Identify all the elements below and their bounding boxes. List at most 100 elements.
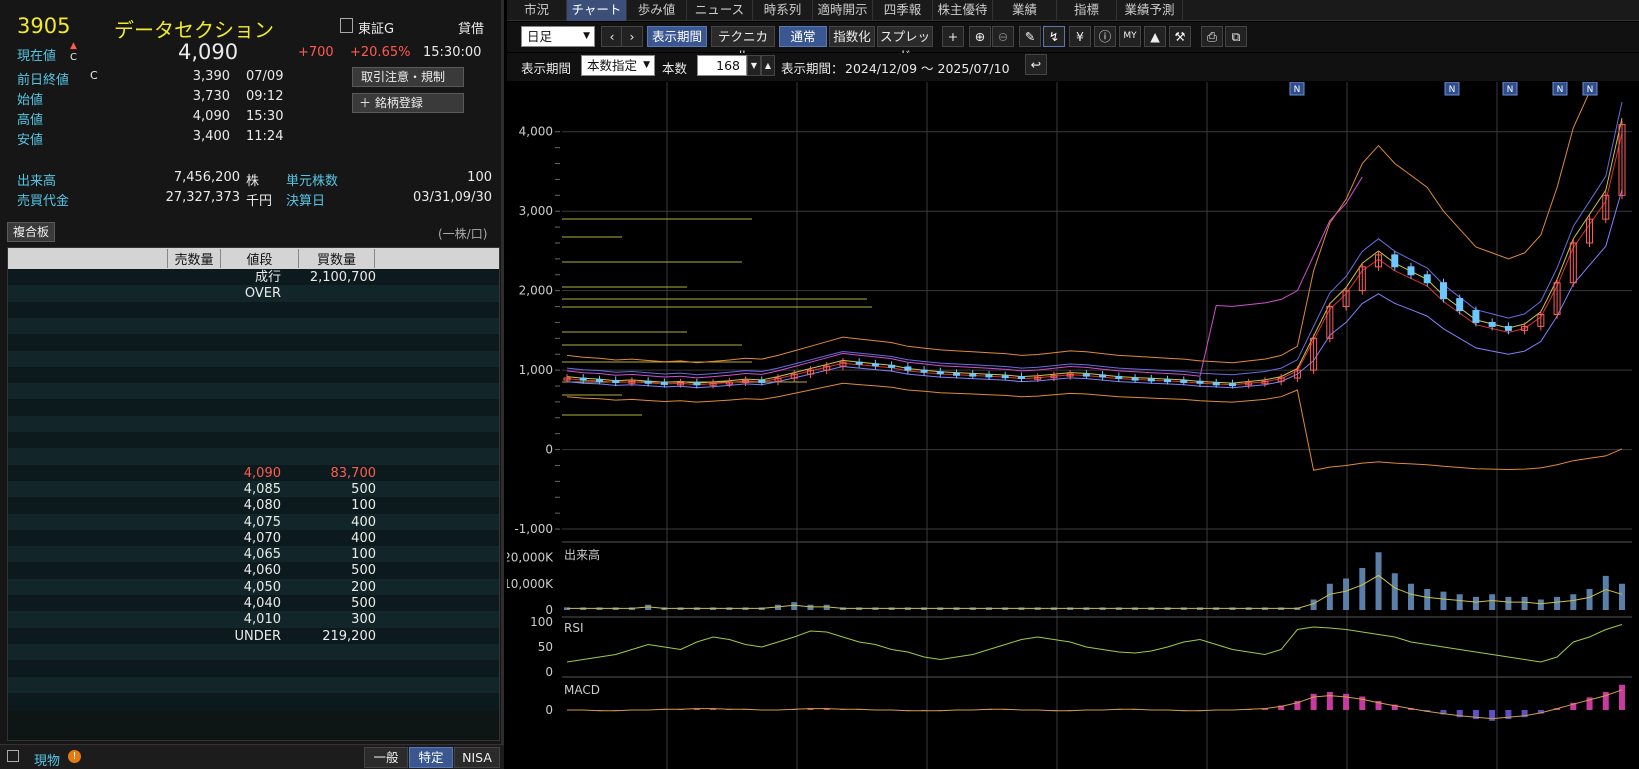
book-qty[interactable]: 400 xyxy=(288,514,376,531)
tab-7[interactable]: 株主優待 xyxy=(933,0,993,21)
register-stock-button[interactable]: ＋ 銘柄登録 xyxy=(352,93,464,113)
book-row[interactable] xyxy=(8,660,499,678)
zoom-out-icon[interactable]: ⊖ xyxy=(992,26,1014,47)
book-row[interactable] xyxy=(8,643,499,661)
book-row[interactable] xyxy=(8,399,499,417)
tab-specific[interactable]: 特定 xyxy=(409,747,453,768)
book-qty[interactable]: 500 xyxy=(288,595,376,612)
book-qty[interactable]: 500 xyxy=(288,481,376,498)
book-row[interactable]: 4,090 83,700 xyxy=(8,464,499,482)
book-row[interactable]: 4,065 100 xyxy=(8,546,499,564)
book-price[interactable]: 4,085 xyxy=(203,481,281,498)
book-price[interactable]: 4,060 xyxy=(203,562,281,579)
book-row[interactable]: 4,060 500 xyxy=(8,562,499,580)
pencil-icon[interactable]: ✎ xyxy=(1019,26,1041,47)
warning-icon[interactable]: ! xyxy=(68,750,81,763)
count-input[interactable]: 168 xyxy=(697,55,747,76)
book-row[interactable] xyxy=(8,301,499,319)
book-row[interactable]: 4,010 300 xyxy=(8,611,499,629)
book-price[interactable]: 4,090 xyxy=(203,465,281,482)
display-period-button[interactable]: 表示期間 xyxy=(647,26,707,47)
book-qty[interactable]: 2,100,700 xyxy=(288,269,376,286)
book-qty[interactable]: 100 xyxy=(288,497,376,514)
tab-10[interactable]: 業績予測 xyxy=(1117,0,1183,21)
tab-5[interactable]: 適時開示 xyxy=(813,0,873,21)
header-price[interactable]: 値段 xyxy=(221,249,299,268)
popout-icon[interactable]: ⧉ xyxy=(1225,26,1247,47)
book-row[interactable]: 成行 2,100,700 xyxy=(8,269,499,286)
prev-icon[interactable]: ‹ xyxy=(601,26,623,47)
book-price[interactable]: 4,080 xyxy=(203,497,281,514)
book-row[interactable] xyxy=(8,676,499,694)
tab-4[interactable]: 時系列 xyxy=(753,0,813,21)
book-price[interactable]: 4,070 xyxy=(203,530,281,547)
book-price[interactable]: 4,010 xyxy=(203,611,281,628)
book-qty[interactable]: 200 xyxy=(288,579,376,596)
book-row[interactable] xyxy=(8,383,499,401)
book-price[interactable]: 4,075 xyxy=(203,514,281,531)
technical-button[interactable]: テクニカル xyxy=(711,26,775,63)
book-qty[interactable]: 300 xyxy=(288,611,376,628)
period-select[interactable]: 日足 ▼ xyxy=(521,26,595,47)
header-sell-qty[interactable]: 売数量 xyxy=(168,249,221,268)
window-icon[interactable] xyxy=(7,750,19,762)
book-row[interactable] xyxy=(8,317,499,335)
area-chart-icon[interactable]: ▲ xyxy=(1144,26,1166,47)
book-row[interactable]: 4,070 400 xyxy=(8,529,499,547)
book-row[interactable]: 4,085 500 xyxy=(8,480,499,498)
tab-0[interactable]: 市況 xyxy=(507,0,567,21)
book-row[interactable]: OVER xyxy=(8,285,499,303)
book-price[interactable]: 成行 xyxy=(203,269,281,286)
book-price[interactable]: UNDER xyxy=(203,628,282,645)
crosshair-icon[interactable]: + xyxy=(942,26,964,47)
book-row[interactable] xyxy=(8,334,499,352)
price-chart[interactable]: 4,000 3,000 2,000 1,000 0 -1,000 N N N N N 出来高 20,00… xyxy=(507,82,1639,769)
return-icon[interactable]: ↩ xyxy=(1025,54,1047,75)
zoom-in-icon[interactable]: ⊕ xyxy=(969,26,991,47)
book-price[interactable]: 4,040 xyxy=(203,595,281,612)
trend-icon[interactable]: ↯ xyxy=(1043,26,1065,47)
tab-2[interactable]: 歩み値 xyxy=(627,0,687,21)
index-button[interactable]: 指数化 xyxy=(829,26,875,47)
normal-button[interactable]: 通常 xyxy=(779,26,827,47)
next-icon[interactable]: › xyxy=(621,26,643,47)
book-price[interactable]: OVER xyxy=(203,285,281,302)
book-row[interactable]: 4,050 200 xyxy=(8,578,499,596)
trade-caution-button[interactable]: 取引注意・規制 xyxy=(352,67,464,87)
book-qty[interactable]: 219,200 xyxy=(288,628,376,645)
tab-8[interactable]: 業績 xyxy=(993,0,1057,21)
book-qty[interactable]: 100 xyxy=(288,546,376,563)
range-select[interactable]: 本数指定 ▼ xyxy=(581,55,655,76)
tab-9[interactable]: 指標 xyxy=(1057,0,1117,21)
book-row[interactable]: 4,040 500 xyxy=(8,595,499,612)
info-icon[interactable]: ⓘ xyxy=(1094,26,1116,47)
book-row[interactable] xyxy=(8,415,499,433)
tab-1[interactable]: チャート xyxy=(567,0,627,21)
wrench-icon[interactable]: ⚒ xyxy=(1169,26,1191,47)
count-down-icon[interactable]: ▼ xyxy=(747,55,761,76)
combined-board-tab[interactable]: 複合板 xyxy=(7,222,56,242)
book-row[interactable]: 4,075 400 xyxy=(8,513,499,531)
book-price[interactable]: 4,050 xyxy=(203,579,281,596)
book-row[interactable] xyxy=(8,692,499,710)
spread-button[interactable]: スプレッド xyxy=(877,26,933,63)
book-row[interactable]: 4,080 100 xyxy=(8,497,499,515)
book-row[interactable] xyxy=(8,432,499,449)
tab-6[interactable]: 四季報 xyxy=(873,0,933,21)
header-buy-qty[interactable]: 買数量 xyxy=(299,249,375,268)
book-qty[interactable]: 500 xyxy=(288,562,376,579)
count-up-icon[interactable]: ▲ xyxy=(761,55,775,76)
book-qty[interactable]: 400 xyxy=(288,530,376,547)
tab-nisa[interactable]: NISA xyxy=(454,747,500,768)
tab-3[interactable]: ニュース xyxy=(687,0,753,21)
book-row[interactable] xyxy=(8,366,499,384)
book-row[interactable] xyxy=(8,448,499,466)
my-indicator-icon[interactable]: MY xyxy=(1119,26,1141,47)
book-qty[interactable]: 83,700 xyxy=(288,465,377,482)
book-row[interactable] xyxy=(8,350,499,368)
yen-icon[interactable]: ¥ xyxy=(1069,26,1091,47)
book-price[interactable]: 4,065 xyxy=(203,546,281,563)
tab-general[interactable]: 一般 xyxy=(364,747,408,768)
print-icon[interactable]: ⎙ xyxy=(1201,26,1223,47)
book-row[interactable]: UNDER 219,200 xyxy=(8,627,499,645)
